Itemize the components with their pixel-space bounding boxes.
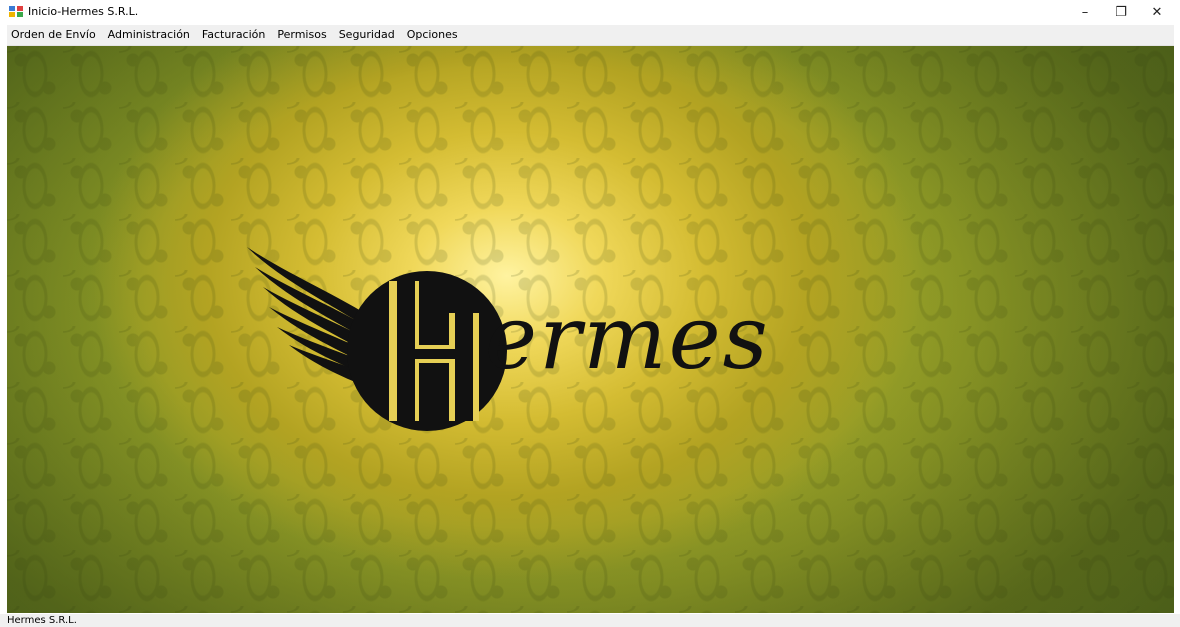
app-icon: [8, 5, 24, 18]
menu-facturacion[interactable]: Facturación: [196, 25, 271, 45]
menu-seguridad[interactable]: Seguridad: [333, 25, 401, 45]
window-title: Inicio-Hermes S.R.L.: [28, 5, 139, 18]
status-text: Hermes S.R.L.: [7, 615, 77, 626]
menu-orden-de-envio[interactable]: Orden de Envío: [7, 25, 102, 45]
logo-wordmark: ermes: [485, 286, 770, 389]
title-bar: Inicio-Hermes S.R.L. – ❐ ✕: [0, 0, 1180, 24]
menu-administracion[interactable]: Administración: [102, 25, 196, 45]
menu-bar: Orden de Envío Administración Facturación P…: [7, 25, 1174, 46]
main-background: ermes: [7, 46, 1174, 613]
status-bar: Hermes S.R.L.: [0, 614, 1180, 627]
close-button[interactable]: ✕: [1134, 0, 1180, 24]
menu-opciones[interactable]: Opciones: [401, 25, 464, 45]
menu-permisos[interactable]: Permisos: [271, 25, 332, 45]
